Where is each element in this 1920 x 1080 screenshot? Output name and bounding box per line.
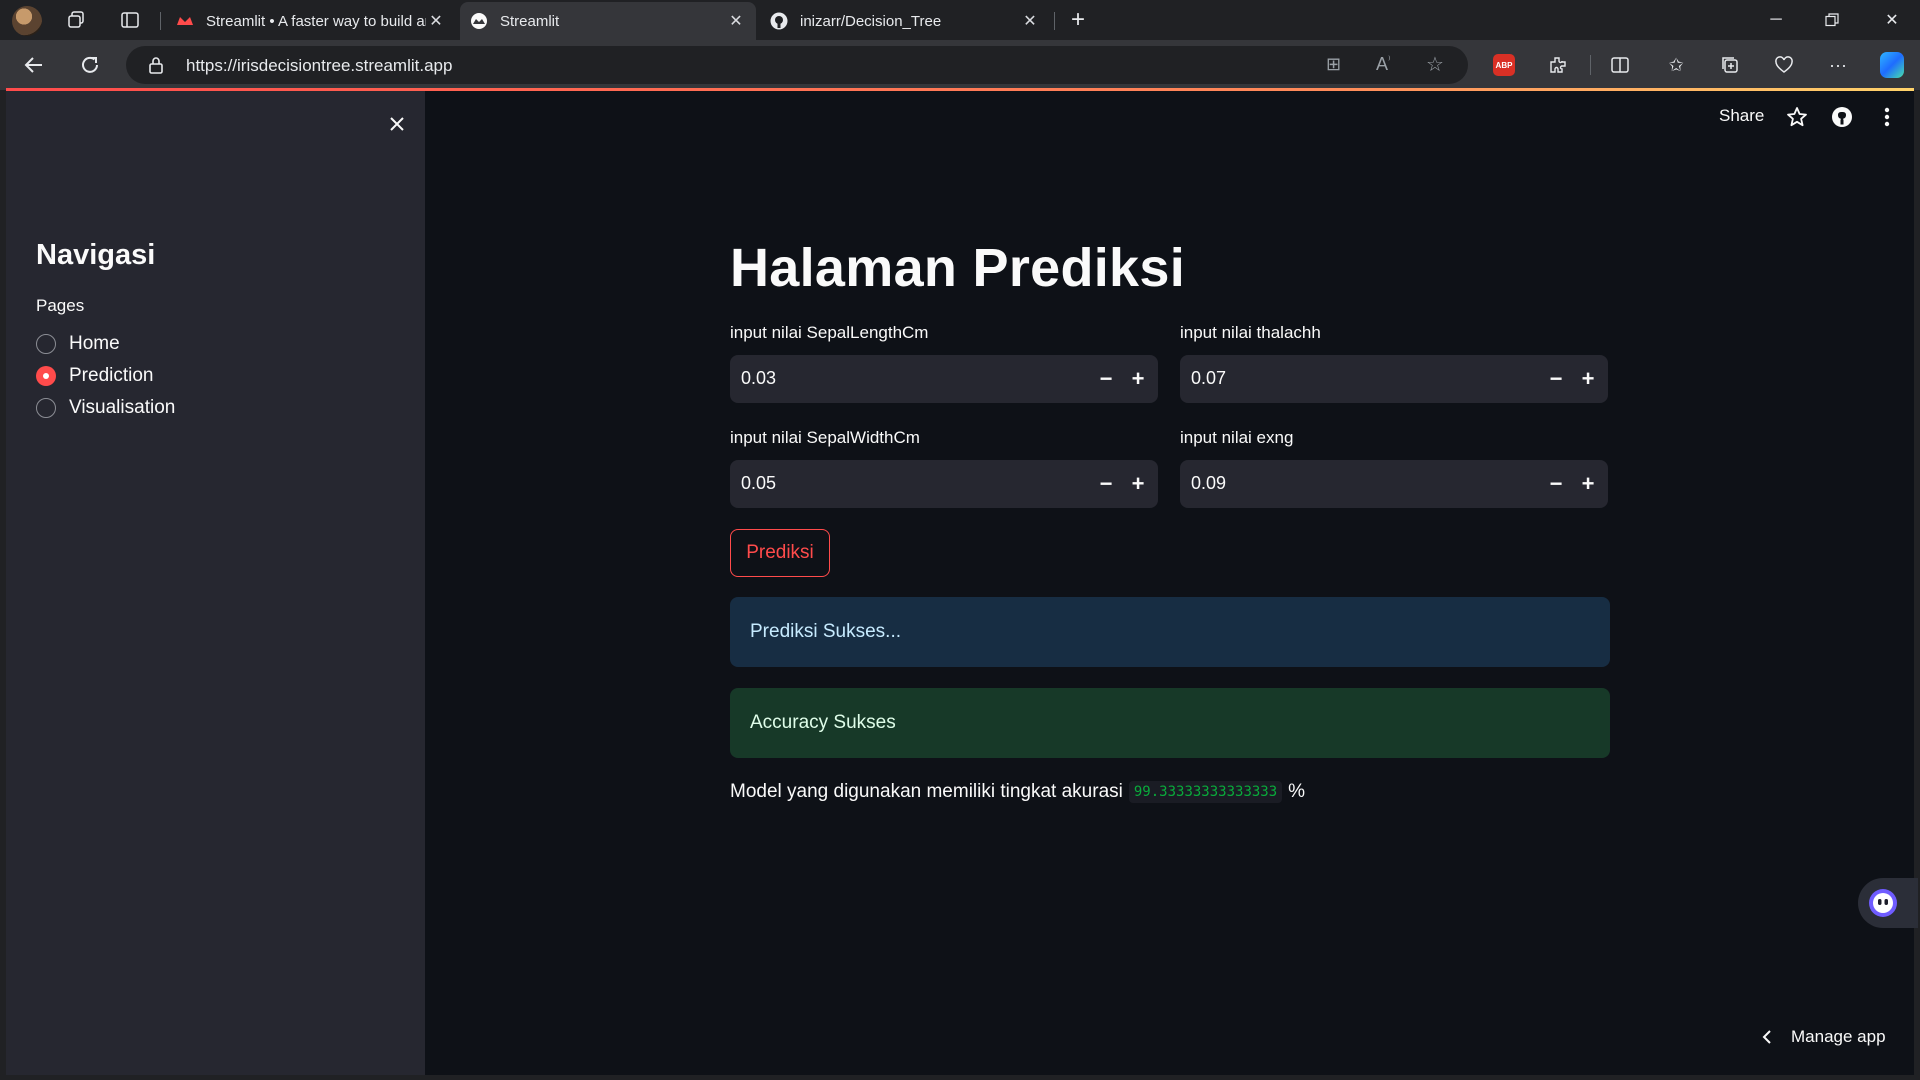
decrement-button[interactable]: − <box>1090 363 1122 395</box>
accuracy-text: Model yang digunakan memiliki tingkat ak… <box>730 781 1123 802</box>
radio-button[interactable] <box>36 334 56 354</box>
sidebar: Navigasi Pages Home Prediction Visualisa… <box>6 91 425 1075</box>
input-label-exng: input nilai exng <box>1180 428 1294 447</box>
star-icon[interactable] <box>1784 104 1810 130</box>
sidebar-item-home[interactable]: Home <box>36 330 120 358</box>
browser-toolbar: https://irisdecisiontree.streamlit.app ⊞… <box>0 40 1920 90</box>
increment-button[interactable]: + <box>1572 363 1604 395</box>
decrement-button[interactable]: − <box>1090 468 1122 500</box>
success-alert-text: Accuracy Sukses <box>750 712 896 733</box>
exng-input[interactable]: 0.09 − + <box>1180 460 1608 508</box>
manage-app-button[interactable]: Manage app <box>1761 1027 1886 1047</box>
increment-button[interactable]: + <box>1572 468 1604 500</box>
number-input-value[interactable]: 0.03 <box>741 368 776 389</box>
more-options-icon[interactable]: ··· <box>1826 53 1850 77</box>
main-menu-icon[interactable] <box>1874 104 1900 130</box>
copilot-icon[interactable] <box>1880 52 1904 78</box>
streamlit-icon <box>471 13 487 29</box>
minimize-icon[interactable]: ─ <box>1748 0 1804 40</box>
close-tab-icon[interactable]: ✕ <box>426 11 446 31</box>
collections-icon[interactable] <box>1718 53 1742 77</box>
tab-streamlit-home[interactable]: Streamlit • A faster way to build and sh… <box>166 2 456 40</box>
sepal-length-input[interactable]: 0.03 − + <box>730 355 1158 403</box>
input-label-sepal-width: input nilai SepalWidthCm <box>730 428 920 447</box>
tab-github[interactable]: inizarr/Decision_Tree ✕ <box>760 2 1050 40</box>
github-icon[interactable] <box>1829 104 1855 130</box>
number-input-value[interactable]: 0.05 <box>741 473 776 494</box>
adblock-plus-icon[interactable]: ABP <box>1492 53 1516 77</box>
close-sidebar-icon[interactable] <box>382 109 412 139</box>
restore-icon[interactable] <box>1804 0 1860 40</box>
input-label-sepal-length: input nilai SepalLengthCm <box>730 323 929 342</box>
tab-title: inizarr/Decision_Tree <box>800 12 942 30</box>
workspaces-icon[interactable] <box>62 6 90 34</box>
chevron-left-icon <box>1762 1030 1771 1044</box>
github-icon <box>770 12 788 30</box>
browser-essentials-icon[interactable] <box>1772 53 1796 77</box>
back-icon[interactable] <box>20 51 48 79</box>
input-label-thalachh: input nilai thalachh <box>1180 323 1321 342</box>
sidebar-item-visualisation[interactable]: Visualisation <box>36 394 175 422</box>
radio-label: Prediction <box>69 365 154 386</box>
read-aloud-icon[interactable]: A⁾ <box>1376 54 1390 75</box>
profile-avatar[interactable] <box>12 6 42 36</box>
tab-streamlit-active[interactable]: Streamlit ✕ <box>460 2 756 40</box>
radio-label: Visualisation <box>69 397 176 418</box>
sepal-width-input[interactable]: 0.05 − + <box>730 460 1158 508</box>
browser-tab-bar: Streamlit • A faster way to build and sh… <box>0 0 1920 40</box>
tab-title: Streamlit <box>500 12 560 30</box>
manage-app-label: Manage app <box>1791 1027 1886 1046</box>
address-bar[interactable]: https://irisdecisiontree.streamlit.app ⊞… <box>126 46 1468 84</box>
decrement-button[interactable]: − <box>1540 468 1572 500</box>
favorites-icon[interactable]: ✩ <box>1664 53 1688 77</box>
sidebar-item-prediction[interactable]: Prediction <box>36 362 154 390</box>
increment-button[interactable]: + <box>1122 468 1154 500</box>
pages-label: Pages <box>36 296 85 315</box>
streamlit-app: Navigasi Pages Home Prediction Visualisa… <box>6 91 1918 1075</box>
radio-button-selected[interactable] <box>36 366 56 386</box>
split-screen-icon[interactable] <box>1608 53 1632 77</box>
info-alert-text: Prediksi Sukses... <box>750 621 901 642</box>
lock-icon[interactable] <box>148 56 164 74</box>
thalachh-input[interactable]: 0.07 − + <box>1180 355 1608 403</box>
radio-button[interactable] <box>36 398 56 418</box>
accuracy-text-line: Model yang digunakan memiliki tingkat ak… <box>730 781 1305 803</box>
tab-title: Streamlit • A faster way to build and sh… <box>206 12 426 30</box>
sidebar-title: Navigasi <box>36 239 156 271</box>
app-available-icon[interactable]: ⊞ <box>1326 54 1341 75</box>
chat-bot-button[interactable] <box>1858 878 1918 928</box>
streamlit-crown-icon <box>177 17 193 25</box>
success-alert: Accuracy Sukses <box>730 688 1610 758</box>
increment-button[interactable]: + <box>1122 363 1154 395</box>
new-tab-icon[interactable]: + <box>1064 6 1092 34</box>
number-input-value[interactable]: 0.07 <box>1191 368 1226 389</box>
share-button[interactable]: Share <box>1719 106 1764 126</box>
vertical-tabs-icon[interactable] <box>116 6 144 34</box>
url-text: https://irisdecisiontree.streamlit.app <box>186 56 453 75</box>
page-title: Halaman Prediksi <box>730 238 1186 298</box>
close-tab-icon[interactable]: ✕ <box>1020 11 1040 31</box>
radio-label: Home <box>69 333 120 354</box>
number-input-value[interactable]: 0.09 <box>1191 473 1226 494</box>
refresh-icon[interactable] <box>76 51 104 79</box>
close-tab-icon[interactable]: ✕ <box>726 11 746 31</box>
accuracy-value: 99.33333333333333 <box>1128 781 1283 803</box>
favorite-star-icon[interactable]: ☆ <box>1426 52 1444 77</box>
predict-button[interactable]: Prediksi <box>730 529 830 577</box>
bot-face-icon <box>1869 889 1897 917</box>
decrement-button[interactable]: − <box>1540 363 1572 395</box>
close-window-icon[interactable]: ✕ <box>1864 0 1920 40</box>
extensions-icon[interactable] <box>1546 53 1570 77</box>
accuracy-unit: % <box>1288 781 1306 802</box>
info-alert: Prediksi Sukses... <box>730 597 1610 667</box>
